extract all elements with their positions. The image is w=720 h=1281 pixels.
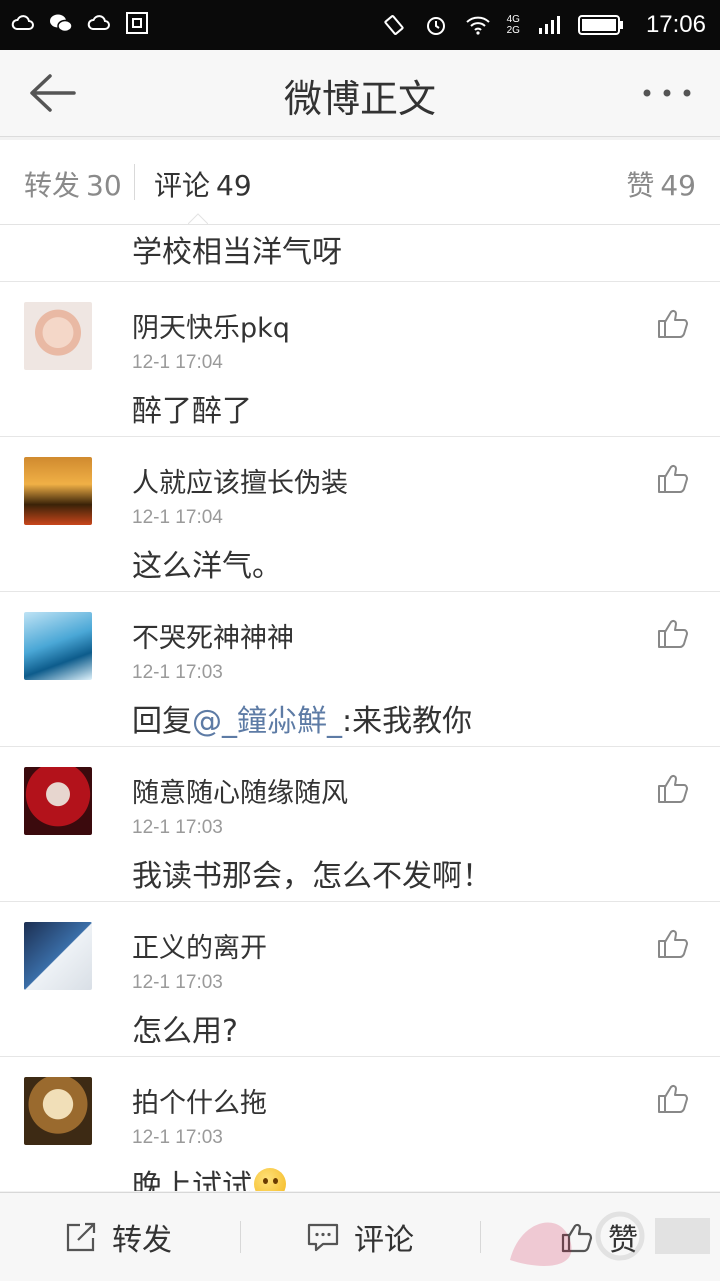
comment-time: 12-1 17:03: [132, 1127, 223, 1148]
reply-text: :来我教你: [342, 704, 473, 739]
comment-list[interactable]: 学校相当洋气呀 阴天快乐pkq 12-1 17:04 醉了醉了 人就应该擅长伪装…: [0, 225, 720, 1191]
cloud-outline-icon: [87, 15, 110, 30]
comment-author[interactable]: 拍个什么拖: [132, 1081, 267, 1120]
tab-repost-label: 转发: [24, 169, 81, 202]
status-bar: 4G 2G 17:06: [0, 0, 720, 50]
thumbs-up-icon[interactable]: [656, 616, 690, 650]
thumbs-up-icon[interactable]: [656, 1081, 690, 1115]
emoji-icon: [254, 1168, 286, 1191]
title-bar: 微博正文: [0, 50, 720, 137]
comment-author[interactable]: 正义的离开: [132, 926, 267, 965]
comment-item[interactable]: 随意随心随缘随风 12-1 17:03 我读书那会，怎么不发啊！: [0, 747, 720, 902]
comment-text: 我读书那会，怎么不发啊！: [132, 859, 492, 894]
network-type: 4G 2G: [506, 14, 520, 36]
comment-text: 晚上试试: [132, 1161, 286, 1191]
avatar[interactable]: [24, 1077, 92, 1145]
battery-icon: [577, 15, 623, 35]
cloud-icon: [11, 15, 34, 30]
clock: 17:06: [645, 11, 706, 38]
avatar[interactable]: [24, 302, 92, 370]
comment-item[interactable]: 正义的离开 12-1 17:03 怎么用?: [0, 902, 720, 1057]
avatar[interactable]: [24, 612, 92, 680]
thumbs-up-icon[interactable]: [656, 926, 690, 960]
mention-link[interactable]: @_鐘尛鮮_: [192, 704, 342, 739]
wifi-icon: [465, 16, 490, 35]
comment-item[interactable]: 人就应该擅长伪装 12-1 17:04 这么洋气。: [0, 437, 720, 592]
screenshot-icon: [126, 12, 148, 34]
comment-text: 醉了醉了: [132, 394, 252, 429]
signal-icon: [538, 16, 560, 34]
comment-text: 怎么用?: [132, 1014, 238, 1049]
comment-item[interactable]: 不哭死神神神 12-1 17:03 回复@_鐘尛鮮_:来我教你: [0, 592, 720, 747]
bottom-divider: [480, 1221, 481, 1253]
tab-divider: [134, 164, 135, 200]
thumbs-up-icon[interactable]: [656, 461, 690, 495]
more-options-icon[interactable]: [642, 80, 692, 106]
tab-repost[interactable]: 转发 30: [24, 164, 122, 204]
avatar[interactable]: [24, 457, 92, 525]
alarm-icon: [426, 17, 445, 35]
comment-bubble-icon: [307, 1223, 339, 1252]
avatar[interactable]: [24, 767, 92, 835]
page-title: 微博正文: [283, 77, 436, 121]
repost-label: 转发: [112, 1223, 172, 1258]
tab-comment[interactable]: 评论 49: [154, 164, 252, 204]
reply-prefix: 回复: [132, 704, 192, 739]
comment-time: 12-1 17:03: [132, 817, 223, 838]
comment-item[interactable]: 拍个什么拖 12-1 17:03 晚上试试: [0, 1057, 720, 1191]
vibrate-icon: [384, 15, 404, 35]
comment-time: 12-1 17:03: [132, 662, 223, 683]
status-left-icons: [10, 10, 150, 36]
tab-comment-count: 49: [216, 169, 252, 202]
comment-author[interactable]: 阴天快乐pkq: [132, 306, 290, 345]
watermark-logo: [510, 1211, 710, 1266]
comment-text-content: 晚上试试: [132, 1169, 252, 1191]
comment-item[interactable]: 阴天快乐pkq 12-1 17:04 醉了醉了: [0, 282, 720, 437]
comment-time: 12-1 17:04: [132, 352, 223, 373]
active-tab-caret: [188, 213, 208, 224]
partial-comment-text: 学校相当洋气呀: [132, 235, 342, 270]
thumbs-up-icon[interactable]: [656, 771, 690, 805]
tab-like[interactable]: 赞 49: [626, 164, 696, 204]
comment-author[interactable]: 不哭死神神神: [132, 616, 294, 655]
partial-comment: 学校相当洋气呀: [0, 225, 720, 282]
comment-text: 这么洋气。: [132, 549, 282, 584]
avatar[interactable]: [24, 922, 92, 990]
comment-author[interactable]: 随意随心随缘随风: [132, 771, 348, 810]
comment-author[interactable]: 人就应该擅长伪装: [132, 461, 348, 500]
tab-like-count: 49: [660, 169, 696, 202]
tab-comment-label: 评论: [154, 169, 211, 202]
tab-like-label: 赞: [626, 169, 655, 202]
thumbs-up-icon[interactable]: [656, 306, 690, 340]
tab-repost-count: 30: [86, 169, 122, 202]
comment-text: 回复@_鐘尛鮮_:来我教你: [132, 696, 472, 740]
comment-time: 12-1 17:03: [132, 972, 223, 993]
comment-time: 12-1 17:04: [132, 507, 223, 528]
wechat-icon: [50, 14, 73, 33]
bottom-divider: [240, 1221, 241, 1253]
share-icon: [66, 1222, 96, 1252]
repost-button[interactable]: 转发: [64, 1193, 172, 1281]
status-right-icons: 4G 2G 17:06: [381, 0, 706, 50]
interaction-tabs: 转发 30 评论 49 赞 49: [0, 140, 720, 225]
comment-button[interactable]: 评论: [306, 1193, 414, 1281]
comment-label: 评论: [354, 1223, 414, 1258]
